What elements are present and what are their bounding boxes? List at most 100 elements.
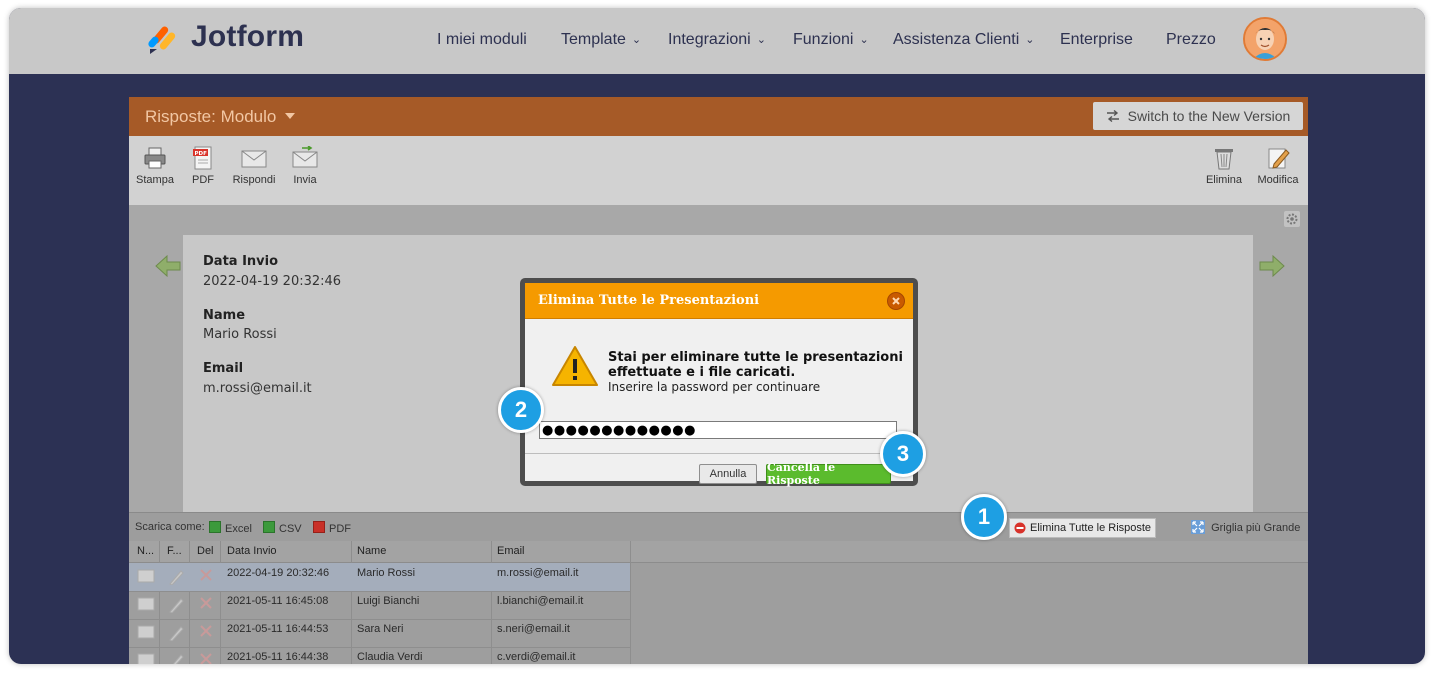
- table-header: N... F... Del Data Invio Name Email: [129, 541, 1308, 563]
- toolbar: Stampa PDF PDF Rispondi Invia Elimina Mo…: [129, 136, 1308, 205]
- column-header[interactable]: N...: [137, 545, 154, 557]
- column-header[interactable]: Name: [357, 545, 386, 557]
- close-icon[interactable]: [887, 292, 905, 310]
- next-arrow-icon[interactable]: [1259, 255, 1285, 277]
- column-header[interactable]: Email: [497, 545, 525, 557]
- dialog-message: Stai per eliminare tutte le presentazion…: [608, 350, 903, 380]
- nav-item-assistenza-clienti[interactable]: Assistenza Clienti ⌄: [893, 31, 1035, 49]
- table-row[interactable]: 2021-05-11 16:44:53 Sara Neri s.neri@ema…: [129, 619, 630, 648]
- delete-row-icon[interactable]: [199, 652, 213, 664]
- grid-toolbar: Scarica come: Excel CSV PDF Elimina Tutt…: [129, 512, 1308, 541]
- nav-label: Template: [561, 31, 626, 48]
- cell-email: c.verdi@email.it: [497, 651, 576, 663]
- cell-date: 2021-05-11 16:45:08: [227, 595, 329, 607]
- delete-all-label: Elimina Tutte le Risposte: [1030, 522, 1152, 534]
- jotform-logo-icon[interactable]: [147, 23, 179, 55]
- delete-row-icon[interactable]: [199, 624, 213, 641]
- chevron-down-icon: ⌄: [859, 34, 869, 46]
- nav-label: Assistenza Clienti: [893, 31, 1020, 48]
- nav-item-template[interactable]: Template ⌄: [561, 31, 641, 49]
- print-button[interactable]: Stampa: [130, 146, 180, 186]
- step-marker-3: 3: [880, 431, 926, 477]
- cell-date: 2022-04-19 20:32:46: [227, 567, 330, 579]
- nav-label: Funzioni: [793, 31, 854, 48]
- open-row-icon[interactable]: [137, 569, 155, 586]
- reply-label: Rispondi: [232, 174, 276, 186]
- caret-down-icon: [285, 113, 296, 119]
- reply-button[interactable]: Rispondi: [229, 146, 279, 186]
- nav-item-prezzo[interactable]: Prezzo: [1166, 31, 1216, 49]
- nav-label: I miei moduli: [437, 31, 527, 48]
- brand-name[interactable]: Jotform: [191, 20, 304, 54]
- table-row[interactable]: 2022-04-19 20:32:46 Mario Rossi m.rossi@…: [129, 563, 630, 592]
- cell-name: Luigi Bianchi: [357, 595, 420, 607]
- flag-row-icon[interactable]: [167, 597, 185, 616]
- download-csv-button[interactable]: CSV: [263, 521, 302, 535]
- delete-all-dialog: Elimina Tutte le Presentazioni Stai per …: [520, 278, 918, 487]
- nav-item-i-miei-moduli[interactable]: I miei moduli: [437, 31, 527, 49]
- open-row-icon[interactable]: [137, 625, 155, 642]
- svg-text:PDF: PDF: [195, 151, 208, 157]
- envelope-forward-icon: [292, 146, 318, 168]
- switch-version-label: Switch to the New Version: [1127, 108, 1291, 124]
- column-header[interactable]: Del: [197, 545, 214, 557]
- bigger-grid-label: Griglia più Grande: [1211, 522, 1301, 534]
- column-header[interactable]: F...: [167, 545, 182, 557]
- nav-item-enterprise[interactable]: Enterprise: [1060, 31, 1133, 49]
- delete-all-responses-button[interactable]: Elimina Tutte le Risposte: [1009, 518, 1157, 538]
- cell-date: 2021-05-11 16:44:53: [227, 623, 329, 635]
- top-navbar: Jotform I miei moduli Template ⌄ Integraz…: [9, 8, 1425, 74]
- pdf-label: PDF: [192, 174, 214, 186]
- nav-label: Prezzo: [1166, 31, 1216, 48]
- no-entry-icon: [1014, 522, 1026, 534]
- avatar-face-icon: [1245, 19, 1285, 59]
- step-marker-1: 1: [961, 494, 1007, 540]
- nav-item-funzioni[interactable]: Funzioni ⌄: [793, 31, 869, 49]
- csv-label: CSV: [279, 523, 302, 535]
- cell-name: Claudia Verdi: [357, 651, 423, 663]
- forward-button[interactable]: Invia: [280, 146, 330, 186]
- dialog-header: Elimina Tutte le Presentazioni: [525, 283, 913, 319]
- flag-row-icon[interactable]: [167, 569, 185, 588]
- gear-icon[interactable]: [1284, 211, 1300, 227]
- switch-version-button[interactable]: Switch to the New Version: [1093, 102, 1303, 130]
- download-pdf-button[interactable]: PDF: [313, 521, 351, 535]
- delete-row-icon[interactable]: [199, 596, 213, 613]
- panel-header: Risposte: Modulo Switch to the New Versi…: [129, 97, 1308, 136]
- flag-row-icon[interactable]: [167, 625, 185, 644]
- expand-icon: [1191, 520, 1205, 534]
- field-value: m.rossi@email.it: [203, 381, 312, 396]
- open-row-icon[interactable]: [137, 597, 155, 614]
- delete-row-icon[interactable]: [199, 568, 213, 585]
- user-avatar[interactable]: [1243, 17, 1287, 61]
- pdf-button[interactable]: PDF PDF: [178, 146, 228, 186]
- chevron-down-icon: ⌄: [631, 34, 642, 46]
- confirm-delete-button[interactable]: Cancella le Risposte: [766, 461, 891, 487]
- form-selector[interactable]: Risposte: Modulo: [145, 107, 296, 127]
- nav-item-integrazioni[interactable]: Integrazioni ⌄: [668, 31, 766, 49]
- previous-arrow-icon[interactable]: [155, 255, 181, 277]
- delete-button[interactable]: Elimina: [1199, 146, 1249, 186]
- edit-button[interactable]: Modifica: [1253, 146, 1303, 186]
- excel-label: Excel: [225, 523, 252, 535]
- download-excel-button[interactable]: Excel: [209, 521, 252, 535]
- form-selector-label: Risposte: Modulo: [145, 107, 277, 126]
- pdf-icon: [313, 521, 325, 533]
- open-row-icon[interactable]: [137, 653, 155, 664]
- forward-label: Invia: [293, 174, 317, 186]
- cell-email: s.neri@email.it: [497, 623, 570, 635]
- csv-icon: [263, 521, 275, 533]
- trash-bin-icon: [1215, 149, 1233, 170]
- flag-row-icon[interactable]: [167, 653, 185, 664]
- dialog-hint: Inserire la password per continuare: [608, 380, 821, 394]
- table-row[interactable]: 2021-05-11 16:45:08 Luigi Bianchi l.bian…: [129, 591, 630, 620]
- table-row[interactable]: 2021-05-11 16:44:38 Claudia Verdi c.verd…: [129, 647, 630, 664]
- column-header[interactable]: Data Invio: [227, 545, 277, 557]
- bigger-grid-button[interactable]: Griglia più Grande: [1191, 520, 1300, 534]
- chevron-down-icon: ⌄: [1025, 34, 1035, 46]
- column-divider: [630, 541, 631, 664]
- cancel-button[interactable]: Annulla: [699, 464, 757, 484]
- password-input[interactable]: ●●●●●●●●●●●●●: [539, 421, 897, 439]
- field-value: Mario Rossi: [203, 327, 277, 342]
- download-as-label: Scarica come:: [135, 521, 205, 533]
